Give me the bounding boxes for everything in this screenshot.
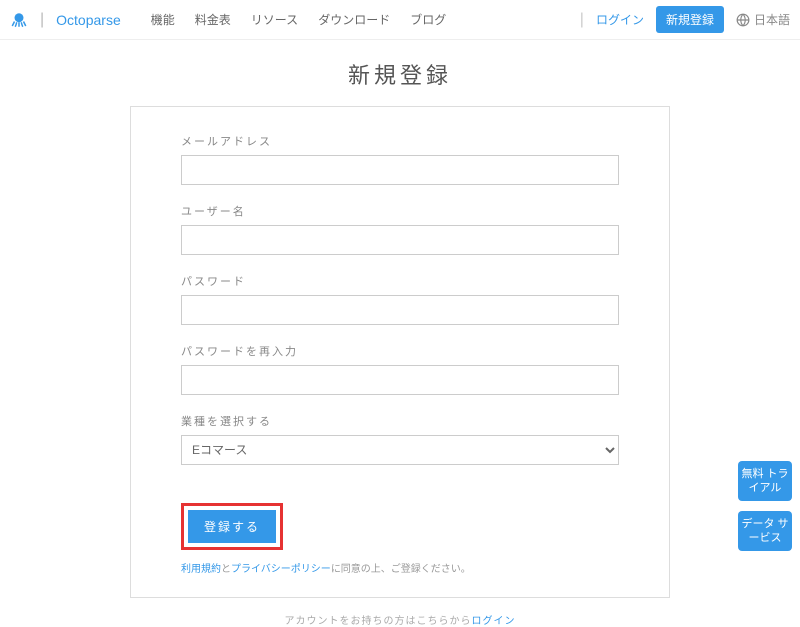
submit-button[interactable]: 登録する xyxy=(188,510,276,543)
email-field[interactable] xyxy=(181,155,619,185)
octopus-icon xyxy=(10,11,28,29)
logo[interactable]: | Octoparse xyxy=(10,11,121,29)
nav-resources[interactable]: リソース xyxy=(251,11,298,28)
nav-features[interactable]: 機能 xyxy=(151,11,175,28)
globe-icon xyxy=(736,13,750,27)
login-prompt: アカウントをお持ちの方はこちらからログイン xyxy=(0,612,800,627)
industry-select[interactable]: Eコマース xyxy=(181,435,619,465)
language-selector[interactable]: 日本語 xyxy=(736,11,790,28)
nav-download[interactable]: ダウンロード xyxy=(318,11,390,28)
terms-link[interactable]: 利用規約 xyxy=(181,564,221,575)
email-label: メールアドレス xyxy=(181,133,619,149)
password-confirm-label: パスワードを再入力 xyxy=(181,343,619,359)
header: | Octoparse 機能 料金表 リソース ダウンロード ブログ | ログイ… xyxy=(0,0,800,40)
nav-pricing[interactable]: 料金表 xyxy=(195,11,231,28)
separator-icon: | xyxy=(580,11,584,29)
main-nav: 機能 料金表 リソース ダウンロード ブログ xyxy=(151,11,446,28)
registration-card: メールアドレス ユーザー名 パスワード パスワードを再入力 業種を選択する Eコ… xyxy=(130,106,670,598)
register-button-header[interactable]: 新規登録 xyxy=(656,6,724,33)
submit-highlight-box: 登録する xyxy=(181,503,283,550)
login-link-header[interactable]: ログイン xyxy=(596,11,644,28)
industry-label: 業種を選択する xyxy=(181,413,619,429)
data-service-button[interactable]: データ サービス xyxy=(738,511,792,551)
username-label: ユーザー名 xyxy=(181,203,619,219)
login-link[interactable]: ログイン xyxy=(472,616,516,627)
separator-icon: | xyxy=(40,11,44,29)
page-title: 新規登録 xyxy=(0,58,800,90)
password-confirm-field[interactable] xyxy=(181,365,619,395)
floating-buttons: 無料 トライアル データ サービス xyxy=(738,461,792,551)
username-field[interactable] xyxy=(181,225,619,255)
free-trial-button[interactable]: 無料 トライアル xyxy=(738,461,792,501)
nav-blog[interactable]: ブログ xyxy=(410,11,446,28)
terms-text: 利用規約とプライバシーポリシーに同意の上、ご登録ください。 xyxy=(181,560,619,575)
password-field[interactable] xyxy=(181,295,619,325)
auth-area: | ログイン 新規登録 日本語 xyxy=(580,6,790,33)
brand-name: Octoparse xyxy=(56,12,121,28)
privacy-link[interactable]: プライバシーポリシー xyxy=(231,564,331,575)
language-label: 日本語 xyxy=(754,11,790,28)
password-label: パスワード xyxy=(181,273,619,289)
